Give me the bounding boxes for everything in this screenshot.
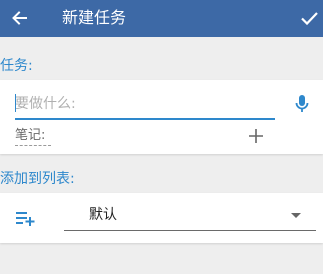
new-task-screen: 新建任务 任务: 笔记: 添加到列表: xyxy=(0,0,323,274)
microphone-icon xyxy=(295,95,309,112)
plus-icon xyxy=(249,129,263,143)
voice-input-button[interactable] xyxy=(292,93,312,115)
task-card: 笔记: xyxy=(0,80,323,154)
selected-list: 默认 xyxy=(89,207,117,223)
task-section-label: 任务: xyxy=(0,58,33,74)
check-icon xyxy=(301,12,318,26)
arrow-back-icon xyxy=(12,11,27,25)
back-button[interactable] xyxy=(6,4,34,32)
playlist-add-icon xyxy=(14,207,38,229)
list-card: 默认 xyxy=(0,193,323,243)
notes-label[interactable]: 笔记: xyxy=(15,127,52,146)
text-cursor xyxy=(15,94,16,112)
save-button[interactable] xyxy=(296,4,322,32)
add-note-button[interactable] xyxy=(245,125,267,147)
list-section-label: 添加到列表: xyxy=(0,171,75,187)
dropdown-arrow-icon xyxy=(291,213,301,218)
task-title-input[interactable] xyxy=(15,90,275,120)
toolbar: 新建任务 xyxy=(0,0,323,37)
list-dropdown[interactable]: 默认 xyxy=(64,202,316,231)
page-title: 新建任务 xyxy=(62,8,127,27)
